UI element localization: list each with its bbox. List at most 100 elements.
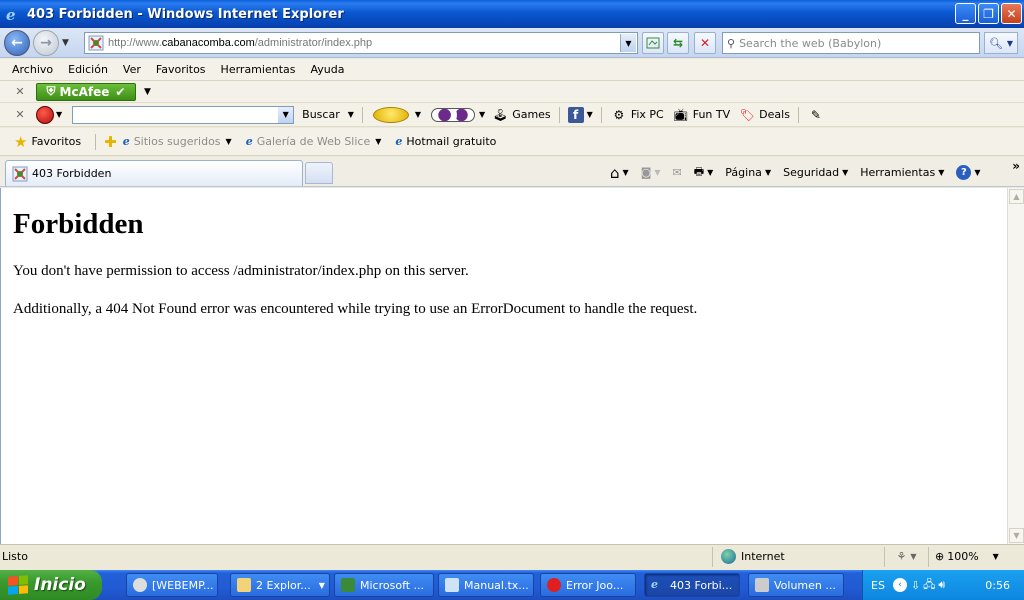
- zoom-button[interactable]: ⊕ 100% ▼: [928, 546, 1018, 567]
- joystick-icon: 🕹︎: [492, 107, 508, 122]
- smiley-icon[interactable]: [372, 106, 409, 123]
- language-indicator[interactable]: ES: [871, 579, 885, 592]
- ie-page-icon: e: [122, 135, 130, 148]
- stop-button[interactable]: ✕: [694, 32, 716, 54]
- feeds-button[interactable]: ◙ ▼: [641, 166, 661, 179]
- facebook-icon[interactable]: f: [567, 106, 584, 123]
- menu-bar: Archivo Edición Ver Favoritos Herramient…: [0, 59, 1024, 81]
- search-options-dropdown[interactable]: ▼: [1007, 39, 1013, 48]
- minimize-button[interactable]: _: [955, 3, 976, 24]
- url-text: http://www.cabanacomba.com/administrator…: [108, 37, 373, 49]
- address-input[interactable]: http://www.cabanacomba.com/administrator…: [84, 32, 638, 54]
- new-tab-button[interactable]: [305, 162, 333, 184]
- web-slice-gallery-link[interactable]: e Galería de Web Slice ▼: [246, 135, 382, 148]
- taskbar-item-explorer[interactable]: 2 Explor... ▼: [230, 573, 330, 597]
- security-zone[interactable]: Internet: [712, 546, 882, 567]
- eyes-dropdown[interactable]: ▼: [479, 110, 485, 119]
- facebook-dropdown[interactable]: ▼: [587, 110, 593, 119]
- vertical-scrollbar[interactable]: ▲ ▼: [1007, 188, 1024, 544]
- toolbar-divider: [600, 106, 602, 123]
- menu-herramientas[interactable]: Herramientas: [221, 63, 296, 76]
- refresh-button[interactable]: ⇆: [667, 32, 689, 54]
- search-go-button[interactable]: 🔍︎ ▼: [984, 32, 1018, 54]
- search-placeholder: Search the web (Babylon): [739, 36, 882, 50]
- deals-button[interactable]: Deals: [759, 108, 790, 121]
- chevron-down-icon: ▼: [622, 168, 629, 177]
- task-label: Manual.tx...: [464, 578, 529, 592]
- help-button[interactable]: ? ▼: [956, 165, 981, 180]
- buscar-button[interactable]: Buscar: [302, 108, 340, 121]
- combo-dropdown[interactable]: ▼: [278, 106, 294, 123]
- tools-menu[interactable]: Herramientas ▼: [860, 166, 944, 179]
- funtv-button[interactable]: Fun TV: [693, 108, 730, 121]
- mcafee-dropdown[interactable]: ▼: [144, 87, 151, 97]
- taskbar: Inicio [WEBEMP... 2 Explor... ▼ Microsof…: [0, 570, 1024, 600]
- babylon-logo-icon[interactable]: [36, 105, 54, 124]
- folder-icon: [237, 578, 251, 592]
- buscar-dropdown[interactable]: ▼: [348, 110, 354, 119]
- add-favorite-icon[interactable]: ✚: [104, 133, 117, 151]
- scroll-down-button[interactable]: ▼: [1009, 528, 1024, 543]
- back-button[interactable]: ←: [4, 30, 30, 56]
- read-mail-button[interactable]: ✉: [673, 166, 682, 179]
- chevron-down-icon: ▼: [974, 168, 981, 177]
- security-menu[interactable]: Seguridad ▼: [783, 166, 848, 179]
- home-button[interactable]: ⌂ ▼: [610, 164, 629, 182]
- search-input[interactable]: ⚲ Search the web (Babylon): [722, 32, 980, 54]
- page-menu[interactable]: Página ▼: [725, 166, 771, 179]
- close-toolbar-icon[interactable]: ✕: [10, 108, 30, 121]
- refresh-icon: ⇆: [672, 36, 684, 50]
- fixpc-icon: ⚙: [613, 107, 625, 122]
- tab-403-forbidden[interactable]: 403 Forbidden: [5, 160, 303, 186]
- favorites-button[interactable]: ★ Favoritos: [14, 133, 81, 151]
- taskbar-item-microsoft[interactable]: Microsoft ...: [334, 573, 434, 597]
- recent-pages-dropdown[interactable]: ▼: [62, 38, 69, 48]
- rss-icon: ◙: [640, 166, 652, 179]
- menu-favoritos[interactable]: Favoritos: [156, 63, 206, 76]
- chevron-down-icon: ▼: [225, 137, 232, 146]
- chevron-down-icon: ▼: [318, 580, 325, 590]
- pencil-icon[interactable]: ✎: [807, 107, 825, 123]
- menu-archivo[interactable]: Archivo: [12, 63, 53, 76]
- babylon-menu-dropdown[interactable]: ▼: [56, 110, 62, 119]
- more-commands-icon[interactable]: »: [1012, 159, 1020, 173]
- close-toolbar-icon[interactable]: ✕: [10, 85, 30, 98]
- menu-edicion[interactable]: Edición: [68, 63, 108, 76]
- zoom-icon: ⊕: [935, 550, 945, 563]
- start-button[interactable]: Inicio: [0, 570, 102, 600]
- security-label: Seguridad: [783, 166, 840, 179]
- taskbar-item-volumen[interactable]: Volumen ...: [748, 573, 844, 597]
- print-button[interactable]: 🖶︎ ▼: [694, 163, 714, 182]
- menu-ayuda[interactable]: Ayuda: [310, 63, 344, 76]
- compatibility-view-button[interactable]: [642, 32, 664, 54]
- forward-button[interactable]: →: [33, 30, 59, 56]
- hotmail-link[interactable]: e Hotmail gratuito: [395, 135, 496, 148]
- taskbar-item-opera[interactable]: Error Joo...: [540, 573, 636, 597]
- toolbar-search-combo[interactable]: ▼: [72, 105, 295, 124]
- eyes-icon[interactable]: [431, 107, 476, 122]
- taskbar-item-manual[interactable]: Manual.tx...: [438, 573, 534, 597]
- games-button[interactable]: Games: [512, 108, 550, 121]
- fixpc-button[interactable]: Fix PC: [631, 108, 664, 121]
- smiley-dropdown[interactable]: ▼: [415, 110, 421, 119]
- hotmail-label: Hotmail gratuito: [406, 135, 497, 148]
- task-label: [WEBEMP...: [152, 578, 214, 592]
- scroll-up-button[interactable]: ▲: [1009, 189, 1024, 204]
- taskbar-item-webemp[interactable]: [WEBEMP...: [126, 573, 218, 597]
- suggested-sites-link[interactable]: e Sitios sugeridos ▼: [123, 135, 232, 148]
- app-icon: [133, 578, 147, 592]
- search-icon: ⚲: [727, 36, 736, 50]
- close-button[interactable]: ✕: [1001, 3, 1022, 24]
- tray-app-icon[interactable]: ⇩: [911, 579, 920, 592]
- chevron-down-icon: ▼: [707, 168, 714, 177]
- mcafee-button[interactable]: ⛨ McAfee ✔: [36, 82, 136, 101]
- restore-button[interactable]: ❐: [978, 3, 999, 24]
- tray-expand-icon[interactable]: ‹: [892, 578, 907, 592]
- protected-mode-button[interactable]: ⚘ ▼: [884, 546, 928, 567]
- volume-icon[interactable]: 🔊︎: [938, 578, 945, 592]
- mcafee-label: McAfee: [59, 84, 110, 99]
- menu-ver[interactable]: Ver: [123, 63, 141, 76]
- network-icon[interactable]: 🖧︎: [923, 576, 935, 595]
- address-dropdown[interactable]: ▼: [620, 34, 636, 52]
- taskbar-item-ie[interactable]: e 403 Forbi...: [644, 573, 740, 597]
